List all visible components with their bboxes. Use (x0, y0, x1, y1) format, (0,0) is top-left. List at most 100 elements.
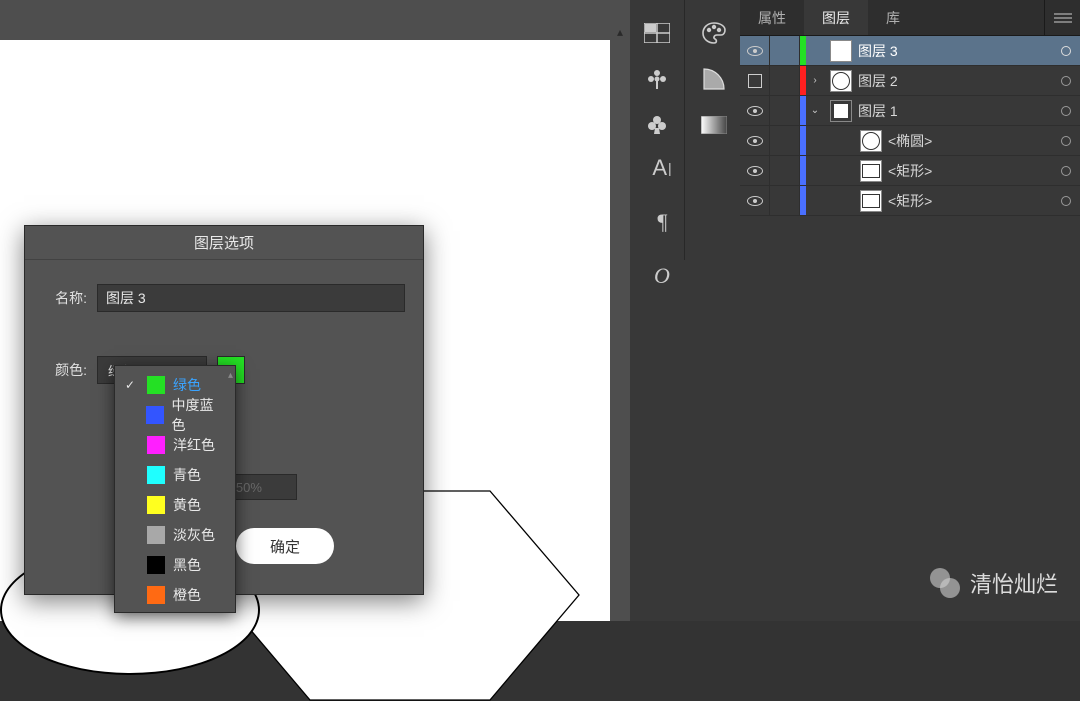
canvas-top-bar (0, 0, 610, 40)
quarter-circle-icon[interactable] (695, 60, 733, 98)
color-option-label: 洋红色 (173, 435, 215, 455)
layer-name-label[interactable]: 图层 2 (858, 71, 1052, 91)
layer-lock-column[interactable] (770, 96, 800, 125)
layer-target-icon[interactable] (1052, 66, 1080, 95)
layer-name-label[interactable]: <矩形> (888, 161, 1052, 181)
visibility-eye-icon[interactable] (740, 96, 770, 125)
name-label: 名称: (43, 288, 87, 308)
tab-library[interactable]: 库 (868, 0, 918, 35)
flower-icon[interactable] (638, 60, 676, 98)
watermark-text: 清怡灿烂 (970, 567, 1058, 599)
grid-icon[interactable] (638, 14, 676, 52)
layer-color-bar (800, 156, 806, 185)
wechat-icon (930, 568, 960, 598)
color-option-label: 橙色 (173, 585, 201, 605)
color-option-label: 黑色 (173, 555, 201, 575)
name-input[interactable] (97, 284, 405, 312)
layer-thumbnail (860, 160, 882, 182)
layer-target-icon[interactable] (1052, 36, 1080, 65)
layer-row[interactable]: 图层 3 (740, 36, 1080, 66)
layer-color-bar (800, 126, 806, 155)
color-option[interactable]: 黑色 (115, 550, 235, 580)
canvas-scrollbar[interactable] (610, 0, 630, 621)
color-option-label: 绿色 (173, 375, 201, 395)
dialog-title: 图层选项 (25, 226, 423, 260)
tab-layers[interactable]: 图层 (804, 0, 868, 35)
layer-row[interactable]: ⌄ 图层 1 (740, 96, 1080, 126)
tool-column-left (638, 14, 676, 144)
color-swatch (147, 586, 165, 604)
tools-divider (684, 0, 685, 260)
layer-name-label[interactable]: 图层 1 (858, 101, 1052, 121)
layer-thumbnail (830, 100, 852, 122)
layer-thumbnail (830, 70, 852, 92)
layer-lock-column[interactable] (770, 126, 800, 155)
layer-thumbnail (860, 130, 882, 152)
panel-tabs: 属性 图层 库 (740, 0, 1080, 36)
visibility-eye-icon[interactable] (740, 36, 770, 65)
expand-arrow-icon[interactable]: › (806, 75, 824, 86)
visibility-eye-icon[interactable] (740, 186, 770, 215)
layer-target-icon[interactable] (1052, 156, 1080, 185)
layer-color-bar (800, 36, 806, 65)
layer-lock-column[interactable] (770, 186, 800, 215)
palette-icon[interactable] (695, 14, 733, 52)
color-swatch (147, 556, 165, 574)
gradient-icon[interactable] (695, 106, 733, 144)
color-swatch (146, 406, 163, 424)
layer-target-icon[interactable] (1052, 186, 1080, 215)
layer-target-icon[interactable] (1052, 96, 1080, 125)
layer-thumbnail (860, 190, 882, 212)
layer-target-icon[interactable] (1052, 126, 1080, 155)
club-icon[interactable] (638, 106, 676, 144)
panel-menu-icon[interactable] (1044, 0, 1080, 35)
color-option[interactable]: 青色 (115, 460, 235, 490)
layer-color-bar (800, 186, 806, 215)
vertical-tool-column: A| ¶ O (650, 148, 674, 296)
dropdown-scroll-up-icon: ▴ (228, 370, 233, 381)
color-option[interactable]: 中度蓝色 (115, 400, 235, 430)
layer-lock-column[interactable] (770, 66, 800, 95)
check-icon: ✓ (125, 378, 139, 392)
color-dropdown[interactable]: ▴ ✓绿色中度蓝色洋红色青色黄色淡灰色黑色橙色 (114, 365, 236, 613)
tab-properties[interactable]: 属性 (740, 0, 804, 35)
color-option[interactable]: 黄色 (115, 490, 235, 520)
color-swatch (147, 496, 165, 514)
layer-lock-column[interactable] (770, 36, 800, 65)
oval-o-icon[interactable]: O (650, 256, 674, 296)
color-swatch (147, 436, 165, 454)
ok-button[interactable]: 确定 (236, 528, 334, 564)
visibility-box-icon[interactable] (740, 66, 770, 95)
name-row: 名称: (43, 284, 405, 312)
color-swatch (147, 466, 165, 484)
color-swatch (147, 376, 165, 394)
layer-thumbnail (830, 40, 852, 62)
color-option[interactable]: 橙色 (115, 580, 235, 610)
layer-row[interactable]: <矩形> (740, 186, 1080, 216)
visibility-eye-icon[interactable] (740, 156, 770, 185)
layer-lock-column[interactable] (770, 156, 800, 185)
layer-row[interactable]: <矩形> (740, 156, 1080, 186)
color-option-label: 青色 (173, 465, 201, 485)
color-label: 颜色: (43, 360, 87, 380)
layer-name-label[interactable]: 图层 3 (858, 41, 1052, 61)
tool-column-right (695, 14, 733, 144)
paragraph-icon[interactable]: ¶ (650, 202, 674, 242)
watermark: 清怡灿烂 (930, 567, 1058, 599)
panel-area: 属性 图层 库 图层 3 › 图层 2 ⌄ 图层 1 <椭圆> <矩形> <矩形> (740, 0, 1080, 621)
color-option[interactable]: 淡灰色 (115, 520, 235, 550)
layer-list: 图层 3 › 图层 2 ⌄ 图层 1 <椭圆> <矩形> <矩形> (740, 36, 1080, 216)
color-swatch (147, 526, 165, 544)
layer-name-label[interactable]: <椭圆> (888, 131, 1052, 151)
scroll-up-icon[interactable]: ▴ (610, 22, 630, 42)
color-option-label: 黄色 (173, 495, 201, 515)
layer-row[interactable]: › 图层 2 (740, 66, 1080, 96)
expand-arrow-icon[interactable]: ⌄ (806, 105, 824, 116)
visibility-eye-icon[interactable] (740, 126, 770, 155)
layer-row[interactable]: <椭圆> (740, 126, 1080, 156)
layer-name-label[interactable]: <矩形> (888, 191, 1052, 211)
color-option-label: 淡灰色 (173, 525, 215, 545)
color-option-label: 中度蓝色 (172, 395, 225, 435)
dim-input (227, 474, 297, 500)
type-tool-icon[interactable]: A| (650, 148, 674, 188)
